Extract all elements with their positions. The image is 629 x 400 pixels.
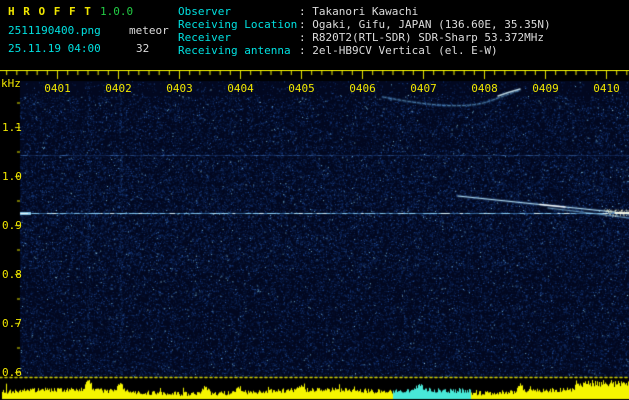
time-tick-label: 0402	[105, 82, 132, 95]
echo-count: 32	[136, 42, 150, 55]
freq-tick-label: 0.9	[2, 219, 22, 232]
time-tick-label: 0410	[593, 82, 620, 95]
time-tick-label: 0405	[288, 82, 315, 95]
info-value: : 2el-HB9CV Vertical (el. E-W)	[299, 44, 498, 57]
info-row: Receiving antenna : 2el-HB9CV Vertical (e…	[178, 44, 551, 57]
hrofft-output-image: H R O F F T 1.0.0 2511190400.png meteor …	[0, 0, 629, 400]
freq-tick-label: 0.7	[2, 317, 22, 330]
station-info: Observer : Takanori Kawachi Receiving Loca…	[178, 5, 551, 57]
freq-tick-label: 0.6	[2, 366, 22, 379]
freq-tick-label: 0.8	[2, 268, 22, 281]
spectrogram-canvas	[0, 70, 629, 400]
app-version-label: 1.0.0	[100, 5, 134, 18]
info-value: : R820T2(RTL-SDR) SDR-Sharp 53.372MHz	[299, 31, 545, 44]
freq-tick-label: 1.1	[2, 121, 22, 134]
info-label: Observer	[178, 5, 231, 18]
info-label: Receiving antenna	[178, 44, 291, 57]
info-label: Receiver	[178, 31, 231, 44]
info-row: Receiver : R820T2(RTL-SDR) SDR-Sharp 53.3…	[178, 31, 551, 44]
time-tick-label: 0406	[349, 82, 376, 95]
app-title: H R O F F T	[8, 5, 92, 18]
time-tick-label: 0404	[227, 82, 254, 95]
info-row: Receiving Location: Ogaki, Gifu, JAPAN (…	[178, 18, 551, 31]
time-tick-label: 0408	[471, 82, 498, 95]
info-row: Observer : Takanori Kawachi	[178, 5, 551, 18]
freq-tick-label: 1.0	[2, 170, 22, 183]
info-value: : Takanori Kawachi	[299, 5, 419, 18]
output-filename: 2511190400.png	[8, 24, 101, 37]
time-tick-label: 0403	[166, 82, 193, 95]
frequency-unit-label: kHz	[1, 77, 21, 90]
mode-label: meteor	[129, 24, 169, 37]
info-label: Receiving Location	[178, 18, 298, 31]
time-tick-label: 0407	[410, 82, 437, 95]
time-tick-label: 0401	[44, 82, 71, 95]
time-tick-label: 0409	[532, 82, 559, 95]
timestamp: 25.11.19 04:00	[8, 42, 101, 55]
info-value: : Ogaki, Gifu, JAPAN (136.60E, 35.35N)	[299, 18, 551, 31]
